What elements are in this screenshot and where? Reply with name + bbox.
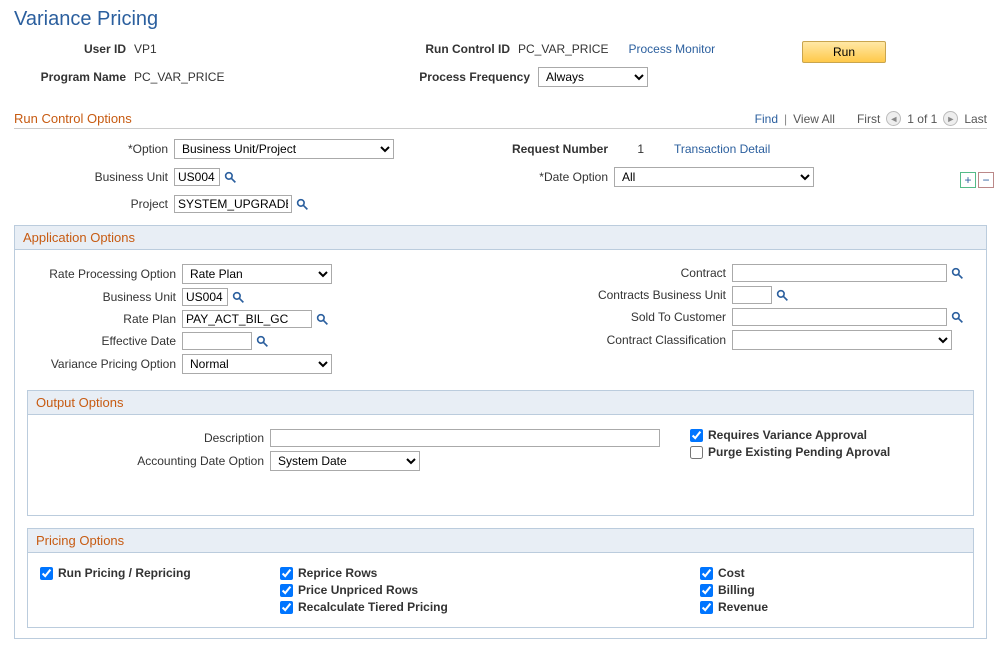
price-unpriced-checkbox[interactable] — [280, 584, 293, 597]
program-name-label: Program Name — [14, 70, 134, 84]
last-text: Last — [964, 112, 987, 126]
business-unit-label: Business Unit — [14, 170, 174, 184]
program-name-value: PC_VAR_PRICE — [134, 70, 224, 84]
sold-to-input[interactable] — [732, 308, 947, 326]
purge-existing-checkbox[interactable] — [690, 446, 703, 459]
lookup-icon[interactable] — [232, 290, 245, 304]
project-label: Project — [14, 197, 174, 211]
contract-label: Contract — [457, 266, 732, 280]
lookup-icon[interactable] — [776, 288, 789, 302]
find-link[interactable]: Find — [755, 112, 778, 126]
lookup-icon[interactable] — [256, 334, 269, 348]
option-label: *Option — [14, 142, 174, 156]
rate-plan-label: Rate Plan — [27, 312, 182, 326]
lookup-icon[interactable] — [316, 312, 329, 326]
run-pricing-label: Run Pricing / Repricing — [58, 566, 191, 580]
output-options-header: Output Options — [28, 391, 973, 415]
billing-checkbox[interactable] — [700, 584, 713, 597]
effective-date-label: Effective Date — [27, 334, 182, 348]
description-label: Description — [40, 431, 270, 445]
view-all-text: View All — [793, 112, 835, 126]
user-id-value: VP1 — [134, 42, 157, 56]
process-frequency-select[interactable]: Always — [538, 67, 648, 87]
lookup-icon[interactable] — [296, 197, 309, 211]
user-id-label: User ID — [14, 42, 134, 56]
effective-date-input[interactable] — [182, 332, 252, 350]
contract-classification-select[interactable] — [732, 330, 952, 350]
rate-plan-input[interactable] — [182, 310, 312, 328]
transaction-detail-link[interactable]: Transaction Detail — [674, 142, 770, 156]
lookup-icon[interactable] — [224, 170, 237, 184]
cost-label: Cost — [718, 566, 745, 580]
output-options-box: Output Options Description Accounting Da… — [27, 390, 974, 516]
delete-row-button[interactable]: − — [978, 172, 994, 188]
sold-to-label: Sold To Customer — [457, 310, 732, 324]
accounting-date-option-select[interactable]: System Date — [270, 451, 420, 471]
lookup-icon[interactable] — [951, 266, 964, 280]
option-select[interactable]: Business Unit/Project — [174, 139, 394, 159]
recalc-tiered-label: Recalculate Tiered Pricing — [298, 600, 448, 614]
add-row-button[interactable]: + — [960, 172, 976, 188]
app-business-unit-input[interactable] — [182, 288, 228, 306]
page-title: Variance Pricing — [14, 8, 987, 31]
reprice-rows-checkbox[interactable] — [280, 567, 293, 580]
reprice-rows-label: Reprice Rows — [298, 566, 377, 580]
request-number-label: Request Number — [474, 142, 614, 156]
process-frequency-label: Process Frequency — [418, 70, 538, 84]
position-text: 1 of 1 — [907, 112, 937, 126]
grid-nav: Find | View All First ◄ 1 of 1 ► Last — [755, 111, 987, 126]
first-text: First — [857, 112, 880, 126]
run-button[interactable]: Run — [802, 41, 886, 63]
lookup-icon[interactable] — [951, 310, 964, 324]
contract-input[interactable] — [732, 264, 947, 282]
run-control-options-header: Run Control Options — [14, 111, 132, 126]
prev-arrow-icon[interactable]: ◄ — [886, 111, 901, 126]
cost-checkbox[interactable] — [700, 567, 713, 580]
billing-label: Billing — [718, 583, 755, 597]
run-control-id-value: PC_VAR_PRICE — [518, 42, 608, 56]
variance-pricing-option-select[interactable]: Normal — [182, 354, 332, 374]
rate-processing-select[interactable]: Rate Plan — [182, 264, 332, 284]
project-input[interactable] — [174, 195, 292, 213]
rate-processing-label: Rate Processing Option — [27, 267, 182, 281]
pricing-options-box: Pricing Options Run Pricing / Repricing … — [27, 528, 974, 628]
request-number-value: 1 — [614, 142, 644, 156]
contracts-bu-label: Contracts Business Unit — [457, 288, 732, 302]
pricing-options-header: Pricing Options — [28, 529, 973, 553]
contracts-bu-input[interactable] — [732, 286, 772, 304]
variance-pricing-option-label: Variance Pricing Option — [27, 357, 182, 371]
requires-variance-approval-checkbox[interactable] — [690, 429, 703, 442]
accounting-date-option-label: Accounting Date Option — [40, 454, 270, 468]
date-option-select[interactable]: All — [614, 167, 814, 187]
app-business-unit-label: Business Unit — [27, 290, 182, 304]
application-options-box: Application Options Rate Processing Opti… — [14, 225, 987, 639]
contract-classification-label: Contract Classification — [457, 333, 732, 347]
run-control-id-label: Run Control ID — [418, 42, 518, 56]
recalc-tiered-checkbox[interactable] — [280, 601, 293, 614]
price-unpriced-label: Price Unpriced Rows — [298, 583, 418, 597]
description-input[interactable] — [270, 429, 660, 447]
divider: | — [784, 112, 787, 126]
purge-existing-label: Purge Existing Pending Aproval — [708, 445, 890, 459]
business-unit-input[interactable] — [174, 168, 220, 186]
application-options-header: Application Options — [15, 226, 986, 250]
date-option-label: *Date Option — [474, 170, 614, 184]
process-monitor-link[interactable]: Process Monitor — [628, 42, 715, 56]
revenue-checkbox[interactable] — [700, 601, 713, 614]
next-arrow-icon[interactable]: ► — [943, 111, 958, 126]
requires-variance-approval-label: Requires Variance Approval — [708, 428, 867, 442]
run-pricing-checkbox[interactable] — [40, 567, 53, 580]
revenue-label: Revenue — [718, 600, 768, 614]
